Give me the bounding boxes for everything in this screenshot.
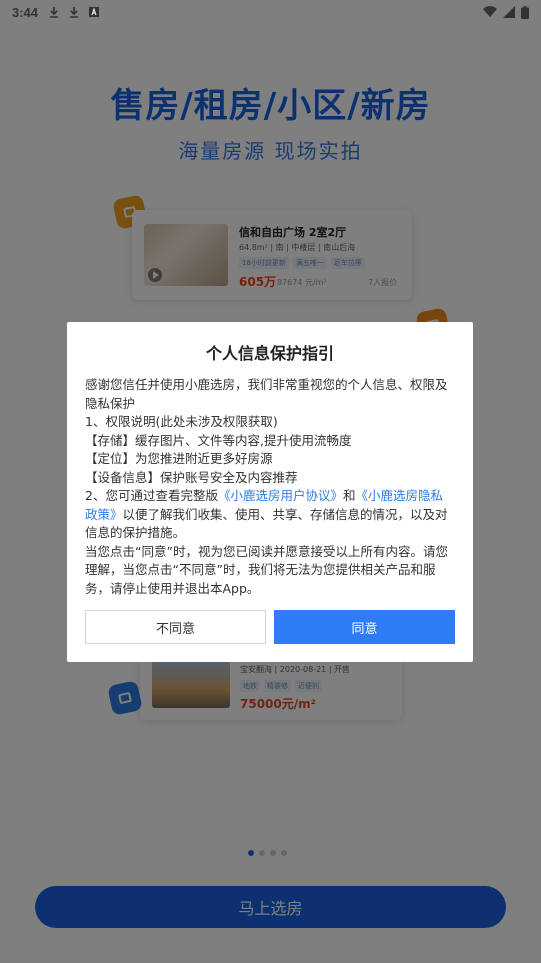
disagree-button[interactable]: 不同意 (85, 610, 266, 644)
dialog-intro: 感谢您信任并使用小鹿选房，我们非常重视您的个人信息、权限及隐私保护 (85, 377, 448, 411)
policy-text-pre: 2、您可通过查看完整版 (85, 488, 218, 503)
policy-text-mid: 和 (342, 488, 356, 503)
battery-icon (521, 5, 529, 19)
dialog-permission-heading: 1、权限说明(此处未涉及权限获取) (85, 414, 278, 429)
status-time: 3:44 (12, 4, 39, 20)
agree-button[interactable]: 同意 (274, 610, 455, 644)
status-bar: 3:44 (0, 0, 541, 24)
dialog-location-item: 【定位】为您推进附近更多好房源 (85, 451, 273, 466)
download-icon (70, 7, 79, 18)
signal-icon (503, 6, 515, 18)
dialog-body: 感谢您信任并使用小鹿选房，我们非常重视您的个人信息、权限及隐私保护 1、权限说明… (85, 376, 455, 598)
dialog-consent-note: 当您点击“同意”时，视为您已阅读并愿意接受以上所有内容。请您理解，当您点击“不同… (85, 543, 448, 596)
dialog-policy-paragraph: 2、您可通过查看完整版《小鹿选房用户协议》和《小鹿选房隐私政策》以便了解我们收集… (85, 487, 455, 543)
download-icon (50, 7, 59, 18)
policy-text-post: 以便了解我们收集、使用、共享、存储信息的情况，以及对信息的保护措施。 (85, 506, 448, 541)
privacy-dialog: 个人信息保护指引 感谢您信任并使用小鹿选房，我们非常重视您的个人信息、权限及隐私… (67, 322, 473, 662)
dialog-buttons: 不同意 同意 (85, 610, 455, 644)
dialog-title: 个人信息保护指引 (205, 344, 334, 363)
app-notification-icon (89, 7, 100, 17)
dialog-device-item: 【设备信息】保护账号安全及内容推荐 (85, 469, 298, 485)
wifi-icon (483, 6, 497, 18)
dialog-storage-item: 【存储】缓存图片、文件等内容,提升使用流畅度 (85, 432, 352, 448)
user-agreement-link[interactable]: 《小鹿选房用户协议》 (218, 488, 343, 503)
